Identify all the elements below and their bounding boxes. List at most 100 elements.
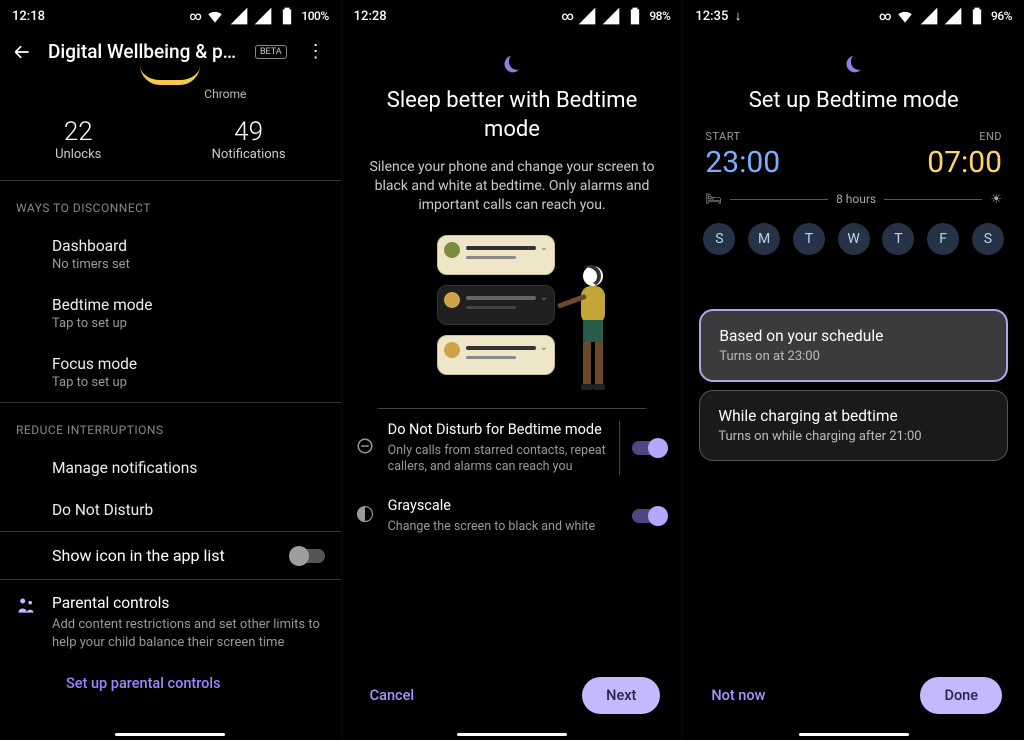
row-grayscale[interactable]: Grayscale Change the screen to black and…	[342, 485, 683, 545]
download-icon: ↓	[735, 9, 742, 24]
row-dashboard[interactable]: Dashboard No timers set	[0, 225, 341, 284]
card-subtitle: Turns on while charging after 21:00	[718, 429, 989, 444]
signal-icon	[601, 6, 621, 26]
end-time[interactable]: END 07:00	[927, 130, 1002, 180]
card-title: While charging at bedtime	[718, 407, 989, 425]
signal-icon	[943, 6, 963, 26]
day-thu[interactable]: T	[882, 223, 914, 255]
time-value: 07:00	[927, 145, 1002, 180]
duration-bar: 🛏 8 hours ☀	[683, 186, 1024, 219]
row-title: Focus mode	[52, 355, 325, 373]
row-subtitle: Only calls from starred contacts, repeat…	[388, 443, 610, 476]
button-bar: Cancel Next	[342, 677, 683, 714]
row-focus-mode[interactable]: Focus mode Tap to set up	[0, 343, 341, 402]
bed-icon: 🛏	[705, 192, 722, 207]
page-title: Digital Wellbeing & pa...	[48, 40, 239, 63]
stat-unlocks[interactable]: 22 Unlocks	[55, 117, 101, 162]
status-bar: 12:35 ↓ ∞ 96%	[683, 0, 1024, 30]
page-description: Silence your phone and change your scree…	[342, 144, 683, 227]
illustration: ⌄ ⌄ ⌄	[407, 235, 617, 400]
not-now-button[interactable]: Not now	[705, 679, 771, 712]
row-manage-notifications[interactable]: Manage notifications	[0, 447, 341, 489]
stat-label: Notifications	[212, 147, 286, 162]
day-tue[interactable]: T	[793, 223, 825, 255]
time-value: 23:00	[705, 145, 780, 180]
panel-digital-wellbeing: 12:18 ∞ 100% Digital Wellbeing & pa... B…	[0, 0, 341, 740]
stat-notifications[interactable]: 49 Notifications	[212, 117, 286, 162]
status-bar: 12:18 ∞ 100%	[0, 0, 341, 30]
stats-row: 22 Unlocks 49 Notifications	[0, 101, 341, 181]
status-time: 12:28	[354, 9, 387, 24]
signal-icon	[229, 6, 249, 26]
row-title: Manage notifications	[52, 459, 325, 477]
status-icons: ∞ 96%	[879, 6, 1012, 26]
time-label: START	[705, 130, 780, 143]
section-header-reduce: REDUCE INTERRUPTIONS	[0, 403, 341, 447]
day-mon[interactable]: M	[748, 223, 780, 255]
signal-icon	[919, 6, 939, 26]
day-wed[interactable]: W	[838, 223, 870, 255]
row-title: Grayscale	[388, 497, 611, 516]
day-sat[interactable]: S	[972, 223, 1004, 255]
section-header-disconnect: WAYS TO DISCONNECT	[0, 181, 341, 225]
moon-icon	[342, 30, 683, 87]
signal-icon	[253, 6, 273, 26]
panel-setup-bedtime: 12:35 ↓ ∞ 96% Set up Bedtime mode START …	[682, 0, 1024, 740]
day-sun[interactable]: S	[703, 223, 735, 255]
row-title: Bedtime mode	[52, 296, 325, 314]
stat-label: Unlocks	[55, 147, 101, 162]
wifi-icon	[205, 6, 225, 26]
gesture-bar[interactable]	[457, 733, 567, 736]
link-setup-parental-controls[interactable]: Set up parental controls	[0, 657, 341, 700]
next-button[interactable]: Next	[582, 677, 660, 714]
done-button[interactable]: Done	[920, 677, 1002, 714]
day-picker: S M T W T F S	[683, 219, 1024, 273]
panel-bedtime-intro: 12:28 ∞ 98% Sleep better with Bedtime mo…	[341, 0, 683, 740]
row-bedtime-mode[interactable]: Bedtime mode Tap to set up	[0, 284, 341, 343]
row-title: Parental controls	[52, 594, 325, 612]
row-subtitle: Tap to set up	[52, 375, 325, 390]
chrome-icon	[140, 65, 200, 85]
duration-label: 8 hours	[836, 192, 876, 206]
status-time: 12:35 ↓	[695, 8, 741, 24]
row-title: Dashboard	[52, 237, 325, 255]
family-icon	[16, 596, 36, 651]
back-icon[interactable]	[12, 42, 32, 62]
row-subtitle: Add content restrictions and set other l…	[52, 616, 325, 651]
toggle-switch[interactable]	[632, 509, 666, 523]
wifi-icon	[895, 6, 915, 26]
row-title: Show icon in the app list	[52, 546, 225, 565]
row-dnd-bedtime[interactable]: Do Not Disturb for Bedtime mode Only cal…	[342, 409, 683, 485]
row-subtitle: Change the screen to black and white	[388, 519, 611, 535]
gesture-bar[interactable]	[115, 733, 225, 736]
row-subtitle: No timers set	[52, 257, 325, 272]
day-fri[interactable]: F	[927, 223, 959, 255]
cancel-button[interactable]: Cancel	[364, 679, 420, 712]
overflow-menu-icon[interactable]: ⋮	[303, 41, 329, 62]
row-show-icon[interactable]: Show icon in the app list	[0, 531, 341, 579]
app-usage-chip: Chrome	[0, 65, 341, 101]
dnd-icon	[354, 437, 376, 459]
row-subtitle: Tap to set up	[52, 316, 325, 331]
toggle-switch[interactable]	[632, 441, 666, 455]
card-charging[interactable]: While charging at bedtime Turns on while…	[699, 390, 1008, 461]
status-bar: 12:28 ∞ 98%	[342, 0, 683, 30]
start-time[interactable]: START 23:00	[705, 130, 780, 180]
battery-icon	[625, 6, 645, 26]
page-title: Set up Bedtime mode	[683, 87, 1024, 116]
card-schedule[interactable]: Based on your schedule Turns on at 23:00	[699, 309, 1008, 382]
battery-icon	[967, 6, 987, 26]
time-label: END	[927, 130, 1002, 143]
gesture-bar[interactable]	[799, 733, 909, 736]
battery-icon	[277, 6, 297, 26]
sun-icon: ☀	[990, 192, 1002, 207]
row-do-not-disturb[interactable]: Do Not Disturb	[0, 489, 341, 531]
stat-value: 49	[212, 117, 286, 147]
status-time: 12:18	[12, 9, 45, 24]
grayscale-icon	[354, 505, 376, 527]
signal-icon	[577, 6, 597, 26]
app-name-label: Chrome	[110, 87, 341, 101]
toggle-switch[interactable]	[291, 549, 325, 563]
stat-value: 22	[55, 117, 101, 147]
card-subtitle: Turns on at 23:00	[719, 349, 988, 364]
